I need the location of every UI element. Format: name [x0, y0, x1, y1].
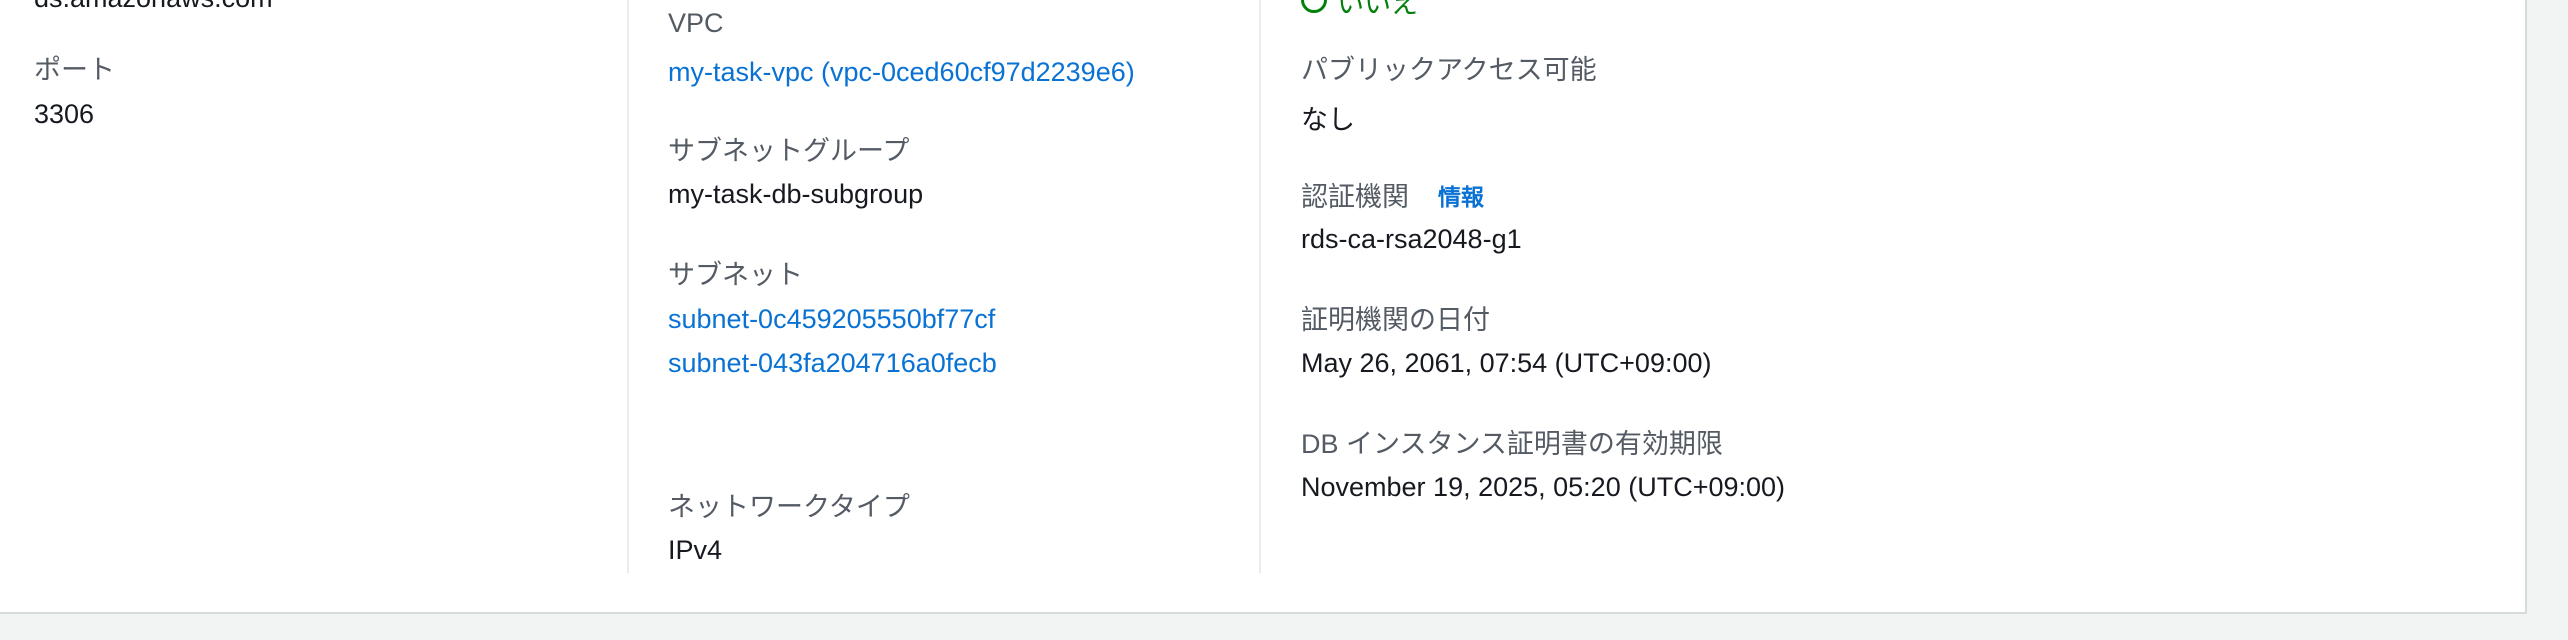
network-type-value: IPv4 [668, 535, 723, 565]
subnet-link[interactable]: subnet-043fa204716a0fecb [668, 348, 997, 379]
page-background [2527, 0, 2568, 614]
security-column: いいえ パブリックアクセス可能 なし 認証機関 情報 rds-ca-rsa204… [1261, 0, 2521, 573]
connectivity-details-panel: ds.amazonaws.com ポート 3306 VPC my-task-vp… [0, 0, 2527, 614]
certificate-authority-value: rds-ca-rsa2048-g1 [1301, 224, 1522, 254]
certificate-authority-info-link[interactable]: 情報 [1438, 178, 1484, 212]
subnet-link[interactable]: subnet-0c459205550bf77cf [668, 304, 995, 335]
public-access-label: パブリックアクセス可能 [1301, 55, 1597, 85]
certificate-authority-date-value: May 26, 2061, 07:54 (UTC+09:00) [1301, 348, 1712, 378]
network-type-label: ネットワークタイプ [668, 492, 910, 522]
certificate-authority-label: 認証機関 [1301, 182, 1409, 212]
vpc-label: VPC [668, 8, 724, 38]
certificate-authority-date-label: 証明機関の日付 [1301, 305, 1490, 335]
subnet-group-value: my-task-db-subgroup [668, 179, 924, 209]
port-value: 3306 [34, 99, 95, 129]
endpoint-port-column: ds.amazonaws.com ポート 3306 [0, 0, 627, 573]
certificate-expiry-value: November 19, 2025, 05:20 (UTC+09:00) [1301, 472, 1786, 502]
success-status-icon [1301, 0, 1327, 13]
public-access-value: なし [1301, 105, 1355, 135]
subnets-label: サブネット [668, 260, 803, 290]
port-label: ポート [34, 55, 115, 85]
networking-column: VPC my-task-vpc (vpc-0ced60cf97d2239e6) … [629, 0, 1259, 573]
page-background [0, 614, 2568, 640]
vpc-link[interactable]: my-task-vpc (vpc-0ced60cf97d2239e6) [668, 57, 1135, 88]
certificate-expiry-label: DB インスタンス証明書の有効期限 [1301, 429, 1723, 459]
subnet-group-label: サブネットグループ [668, 136, 910, 166]
status-value: いいえ [1337, 0, 1418, 19]
endpoint-value: ds.amazonaws.com [34, 0, 273, 14]
